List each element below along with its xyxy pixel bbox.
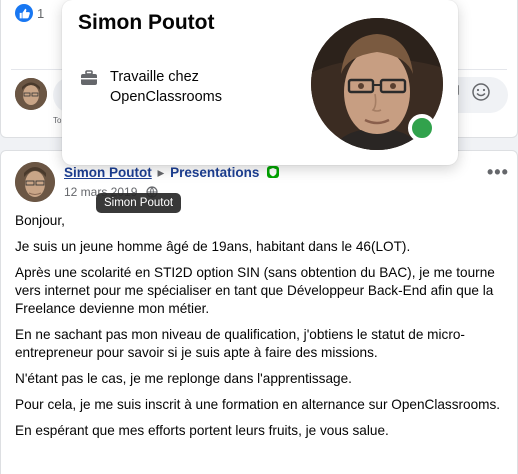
like-reaction-icon[interactable]	[15, 4, 33, 22]
online-status-indicator	[408, 114, 436, 142]
post-body: Bonjour, Je suis un jeune homme âgé de 1…	[15, 212, 505, 448]
post-paragraph: Après une scolarité en STI2D option SIN …	[15, 265, 495, 316]
post-paragraph: Je suis un jeune homme âgé de 19ans, hab…	[15, 239, 411, 254]
author-avatar[interactable]	[15, 162, 55, 202]
post-card: Simon Poutot ▸ Presentations 12 mars 201…	[0, 150, 518, 474]
post-paragraph: En espérant que mes efforts portent leur…	[15, 423, 389, 438]
group-name-link[interactable]: Presentations	[170, 165, 259, 180]
post-paragraph: Bonjour,	[15, 213, 65, 228]
like-count[interactable]: 1	[37, 6, 44, 21]
profile-hover-card: Simon Poutot Travaille chez OpenClassroo…	[62, 0, 458, 165]
author-tooltip: Simon Poutot	[96, 193, 182, 213]
avatar[interactable]	[15, 78, 47, 110]
shield-icon	[267, 166, 280, 178]
hover-card-work: Travaille chez OpenClassrooms	[110, 67, 222, 107]
arrow-icon: ▸	[157, 165, 165, 180]
post-paragraph: Pour cela, je me suis inscrit à une form…	[15, 397, 501, 412]
post-paragraph: En ne sachant pas mon niveau de qualific…	[15, 327, 465, 360]
briefcase-icon	[80, 70, 98, 91]
work-company[interactable]: OpenClassrooms	[110, 87, 222, 107]
comment-hint-label: To	[53, 116, 62, 125]
work-label: Travaille chez	[110, 69, 199, 85]
post-header: Simon Poutot ▸ Presentations	[64, 165, 280, 181]
author-name-link[interactable]: Simon Poutot	[64, 165, 152, 180]
hover-card-name[interactable]: Simon Poutot	[78, 11, 214, 35]
post-paragraph: N'étant pas le cas, je me replonge dans …	[15, 371, 352, 386]
more-options-icon[interactable]: •••	[487, 162, 509, 183]
emoji-icon[interactable]	[471, 82, 491, 107]
